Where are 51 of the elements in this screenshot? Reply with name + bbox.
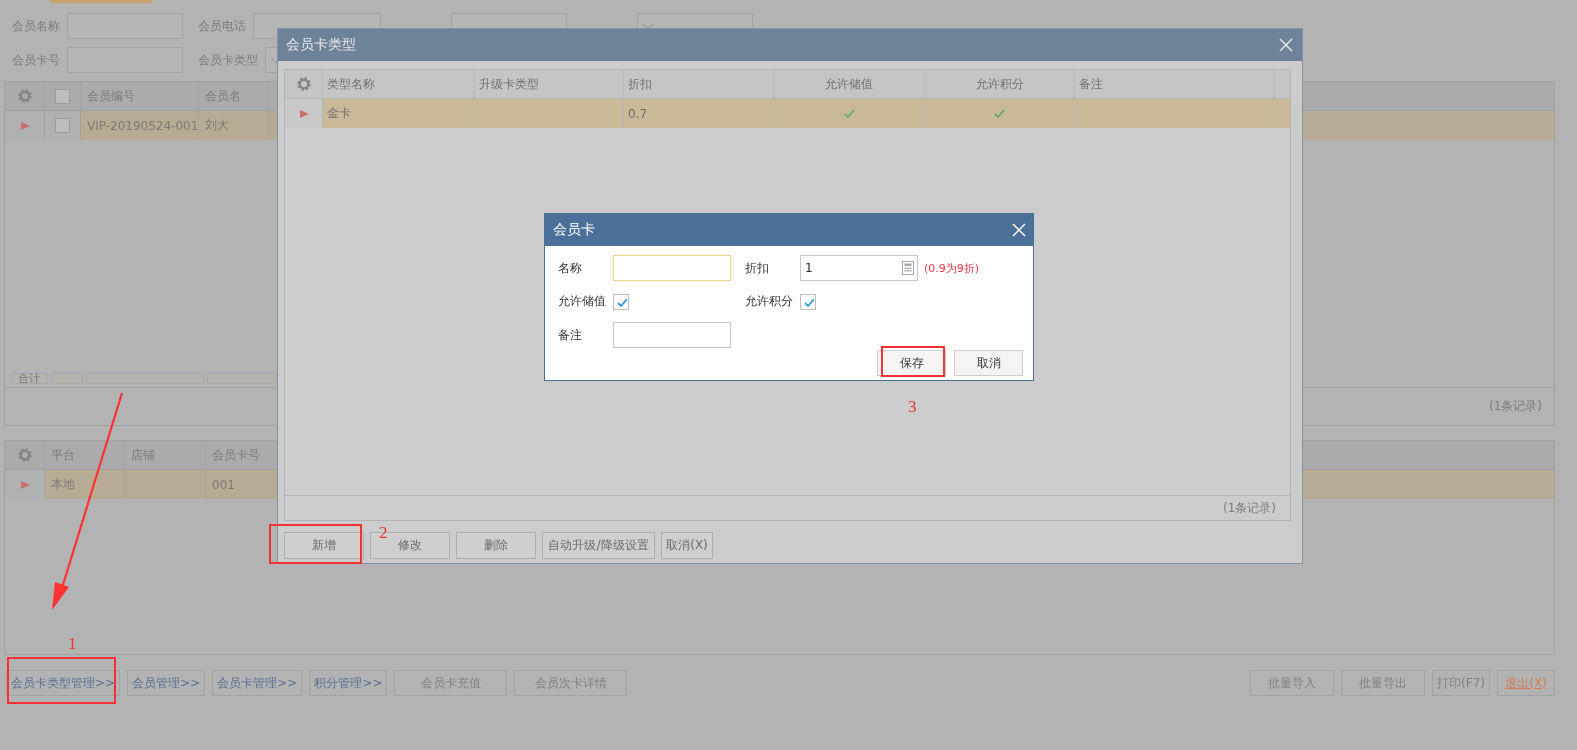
summary-cell [207, 373, 277, 384]
input-field[interactable]: 1 [800, 255, 918, 281]
calculator-icon[interactable] [902, 261, 914, 275]
hint-text: (0.9为9折) [924, 260, 980, 276]
settings-icon[interactable] [295, 76, 312, 92]
column-header[interactable]: 备注 [1075, 70, 1275, 98]
column-header[interactable]: 升级卡类型 [475, 70, 624, 98]
dialog-title: 会员卡类型 [286, 36, 356, 54]
action-button[interactable]: 取消(X) [661, 532, 713, 559]
field-label: 折扣 [745, 259, 770, 277]
column-header[interactable]: 允许储值 [774, 70, 925, 98]
highlight-frame [881, 346, 945, 377]
checkbox[interactable] [800, 293, 816, 310]
dialog-title: 会员卡 [553, 221, 595, 239]
action-button[interactable]: 自动升级/降级设置 [542, 532, 655, 559]
checkbox[interactable] [55, 118, 70, 133]
check-icon [615, 296, 627, 307]
action-button[interactable]: 退出(X) [1497, 670, 1555, 696]
table-cell: VIP-20190524-001 [81, 111, 199, 140]
table-cell: 0.7 [624, 99, 774, 128]
action-button[interactable]: 取消 [954, 350, 1023, 376]
field-label: 名称 [558, 259, 583, 277]
checkbox[interactable] [55, 88, 70, 104]
row-pointer-icon [19, 120, 30, 131]
action-button[interactable]: 新增 [284, 532, 364, 559]
row-pointer-icon [298, 108, 309, 119]
action-button[interactable]: 会员卡管理>> [212, 670, 303, 696]
column-header[interactable]: 折扣 [624, 70, 774, 98]
row-pointer-icon [19, 479, 30, 490]
column-header[interactable]: 类型名称 [323, 70, 475, 98]
close-icon[interactable] [1278, 37, 1294, 53]
record-count: (1条记录) [1223, 499, 1276, 517]
action-button[interactable]: 删除 [456, 532, 536, 559]
column-header[interactable]: 允许积分 [925, 70, 1075, 98]
table-row[interactable]: 金卡 0.7 [285, 99, 1290, 128]
action-button[interactable]: 积分管理>> [309, 670, 388, 696]
checkbox[interactable] [613, 293, 629, 310]
action-button[interactable]: 会员卡类型管理>> [6, 670, 121, 696]
settings-icon[interactable] [16, 447, 33, 463]
table-cell: 金卡 [323, 99, 475, 128]
check-icon [802, 296, 814, 307]
field-label: 备注 [558, 326, 583, 344]
input-field[interactable] [613, 322, 731, 348]
action-button[interactable]: 保存 [877, 350, 946, 376]
step-number: 3 [908, 397, 917, 417]
checkbox-label: 允许积分 [745, 293, 794, 310]
checkbox-label: 允许储值 [558, 293, 607, 310]
action-button[interactable]: 会员管理>> [127, 670, 206, 696]
step-number: 1 [68, 634, 77, 654]
settings-icon[interactable] [16, 88, 33, 104]
input-field[interactable] [613, 255, 731, 281]
